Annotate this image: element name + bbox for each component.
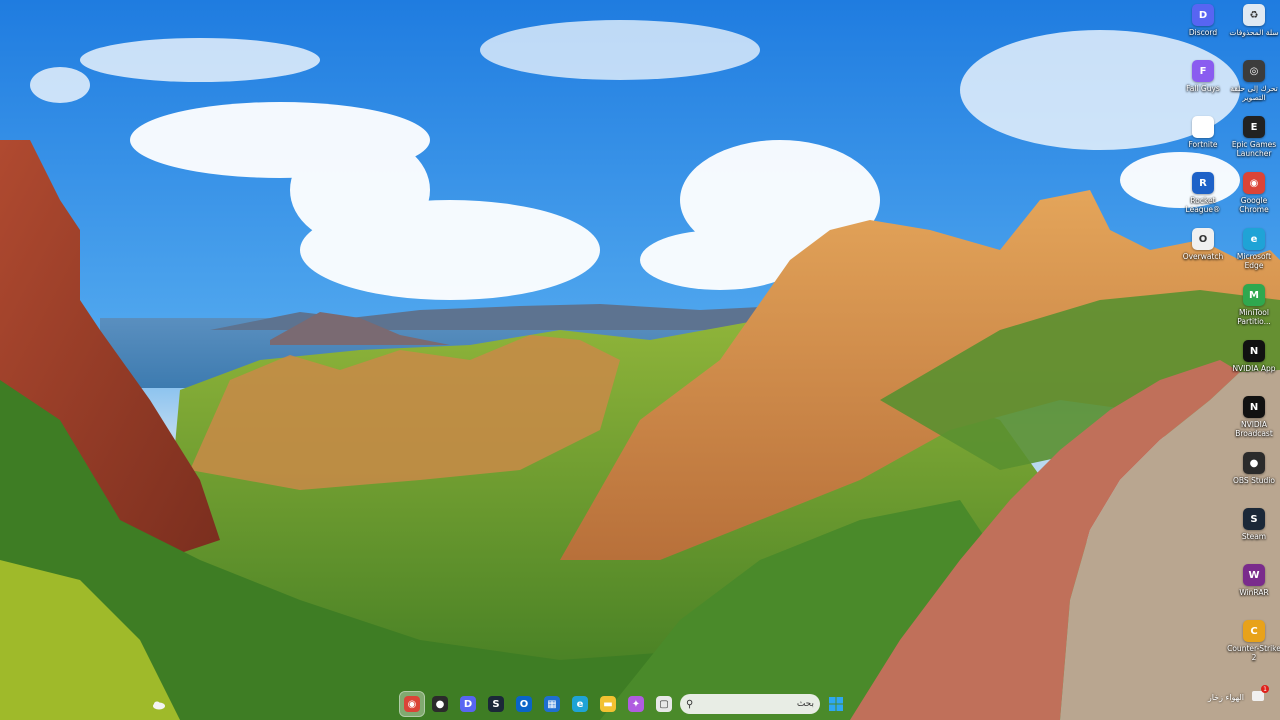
desktop-shortcut-chrome[interactable]: ◉ Google Chrome	[1229, 172, 1279, 214]
nvidia-broadcast-icon: N	[1243, 396, 1265, 418]
discord-icon: D	[1192, 4, 1214, 26]
task-view-icon: ▢	[656, 696, 672, 712]
chrome-icon: ◉	[404, 696, 420, 712]
search-placeholder: بحث	[796, 699, 814, 709]
desktop-shortcut-obs[interactable]: ● OBS Studio	[1229, 452, 1279, 485]
outlook-icon: O	[516, 696, 532, 712]
edge-icon: e	[572, 696, 588, 712]
taskbar-app-files[interactable]: ▬	[596, 692, 620, 716]
desktop-shortcut-nvidia[interactable]: N NVIDIA App	[1229, 340, 1279, 373]
file-icon	[1192, 116, 1214, 138]
desktop-shortcut-label: NVIDIA App	[1232, 364, 1276, 373]
desktop-shortcut-label: WinRAR	[1239, 588, 1269, 597]
taskbar-app-outlook[interactable]: O	[512, 692, 536, 716]
desktop-shortcut-label: Microsoft Edge	[1236, 252, 1272, 270]
desktop-shortcut-capture[interactable]: ◎ تحرك إلى حلقة التصوير	[1229, 60, 1279, 102]
desktop-shortcut-winrar[interactable]: W WinRAR	[1229, 564, 1279, 597]
desktop-shortcut-epic-games[interactable]: E Epic Games Launcher	[1229, 116, 1279, 158]
overwatch-icon: O	[1192, 228, 1214, 250]
taskbar-app-copilot[interactable]: ✦	[624, 692, 648, 716]
epic-games-icon: E	[1243, 116, 1265, 138]
taskbar: ◉ ● D S O ▦ e ▬ ✦ ▢ ⚲ بحث	[399, 690, 872, 718]
desktop-shortcut-label: Rocket League®	[1185, 196, 1221, 214]
counter-strike-icon: C	[1243, 620, 1265, 642]
desktop-shortcut-label: Steam	[1241, 532, 1267, 541]
desktop-wallpaper	[0, 0, 1280, 720]
desktop-shortcut-label: MiniTool Partitio...	[1237, 308, 1271, 326]
desktop-shortcut-label: Epic Games Launcher	[1231, 140, 1277, 158]
windows-start-icon	[829, 697, 843, 711]
nvidia-icon: N	[1243, 340, 1265, 362]
desktop-shortcut-label: Google Chrome	[1239, 196, 1269, 214]
edge-icon: e	[1243, 228, 1265, 250]
folder-icon: ▬	[600, 696, 616, 712]
recycle-bin-icon: ♻	[1243, 4, 1265, 26]
desktop-shortcut-steam[interactable]: S Steam	[1229, 508, 1279, 541]
desktop-shortcut-counter-strike[interactable]: C Counter-Strike 2	[1227, 620, 1280, 662]
desktop-shortcut-file[interactable]: Fortnite	[1178, 116, 1228, 149]
obs-icon: ●	[432, 696, 448, 712]
notification-count-badge: 1	[1261, 685, 1269, 693]
clock[interactable]: الهواء زخار	[1208, 693, 1244, 703]
copilot-icon: ✦	[628, 696, 644, 712]
store-icon: ▦	[544, 696, 560, 712]
system-tray: الهواء زخار 1	[1208, 685, 1269, 708]
rocket-league-icon: R	[1192, 172, 1214, 194]
desktop-shortcut-label: تحرك إلى حلقة التصوير	[1230, 84, 1278, 102]
desktop-shortcut-label: Fortnite	[1188, 140, 1218, 149]
taskbar-search-box[interactable]: ⚲ بحث	[680, 694, 820, 714]
desktop-shortcut-overwatch[interactable]: O Overwatch	[1178, 228, 1228, 261]
minitool-icon: M	[1243, 284, 1265, 306]
fall-guys-icon: F	[1192, 60, 1214, 82]
winrar-icon: W	[1243, 564, 1265, 586]
taskbar-app-edge[interactable]: e	[568, 692, 592, 716]
obs-icon: ●	[1243, 452, 1265, 474]
desktop-shortcut-recycle-bin[interactable]: ♻ سلة المحذوفات	[1229, 4, 1279, 37]
desktop-shortcut-label: Fall Guys	[1186, 84, 1220, 93]
desktop-shortcut-label: Counter-Strike 2	[1227, 644, 1280, 662]
steam-icon: S	[1243, 508, 1265, 530]
desktop-shortcut-minitool[interactable]: M MiniTool Partitio...	[1229, 284, 1279, 326]
desktop-shortcut-label: OBS Studio	[1233, 476, 1275, 485]
desktop-shortcut-nvidia-broadcast[interactable]: N NVIDIA Broadcast	[1229, 396, 1279, 438]
taskbar-app-store[interactable]: ▦	[540, 692, 564, 716]
desktop-shortcut-label: Overwatch	[1182, 252, 1224, 261]
taskbar-app-chrome[interactable]: ◉	[399, 691, 425, 717]
notification-button[interactable]: 1	[1250, 685, 1269, 708]
widgets-icon[interactable]	[152, 697, 166, 711]
desktop-shortcut-rocket-league[interactable]: R Rocket League®	[1178, 172, 1228, 214]
taskbar-app-steam[interactable]: S	[484, 692, 508, 716]
taskbar-app-obs[interactable]: ●	[428, 692, 452, 716]
capture-icon: ◎	[1243, 60, 1265, 82]
discord-icon: D	[460, 696, 476, 712]
desktop-shortcut-fall-guys[interactable]: F Fall Guys	[1178, 60, 1228, 93]
desktop-shortcut-label: سلة المحذوفات	[1229, 28, 1279, 37]
taskbar-app-task-view[interactable]: ▢	[652, 692, 676, 716]
clock-time: الهواء زخار	[1207, 693, 1244, 702]
steam-icon: S	[488, 696, 504, 712]
chrome-icon: ◉	[1243, 172, 1265, 194]
desktop-shortcut-label: Discord	[1188, 28, 1218, 37]
desktop-shortcut-edge[interactable]: e Microsoft Edge	[1229, 228, 1279, 270]
desktop-shortcut-label: NVIDIA Broadcast	[1235, 420, 1273, 438]
search-icon: ⚲	[686, 698, 694, 710]
taskbar-app-discord[interactable]: D	[456, 692, 480, 716]
start-button[interactable]	[824, 692, 848, 716]
desktop-shortcut-discord[interactable]: D Discord	[1178, 4, 1228, 37]
